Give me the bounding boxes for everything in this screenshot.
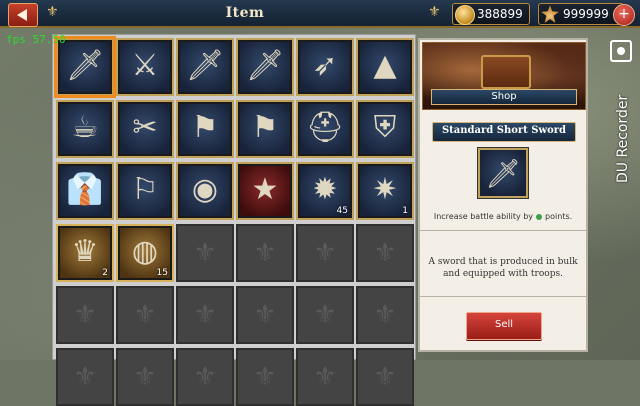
inventory-slot[interactable]: ✹ 45 (296, 162, 354, 220)
inventory-grid: 🗡 ⚔ 🗡 🗡 ➶ ▲ ☕ ✂ ⚑ ⚑ ⛑ ⛨ 👔 ⚐ ◉ ★ ✹ 45 ✷ 1 ♛ 2 ◍ 15 (54, 36, 414, 406)
cuirass-icon: ⛨ (373, 110, 397, 145)
inventory-slot[interactable]: 🗡 (54, 36, 116, 98)
sell-button[interactable]: Sell (466, 312, 542, 340)
inventory-slot[interactable]: ⚐ (116, 162, 174, 220)
sword-icon: 🗡 (485, 157, 521, 190)
ability-text: Increase battle ability by points. (424, 212, 582, 221)
inventory-slot[interactable]: ♛ 2 (56, 224, 114, 282)
empty-slot[interactable] (176, 286, 234, 344)
inventory-slot[interactable]: ★ (236, 162, 294, 220)
flag-icon: ⚐ (131, 172, 159, 207)
medal-icon (541, 5, 559, 23)
empty-slot[interactable] (356, 224, 414, 282)
sell-label: Sell (494, 319, 514, 330)
treasure-chest-icon (481, 55, 531, 89)
inventory-slot[interactable]: ✂ (116, 100, 174, 158)
ability-suffix: points. (545, 212, 573, 221)
inventory-slot[interactable]: ◉ (176, 162, 234, 220)
empty-slot[interactable] (56, 348, 114, 406)
empty-slot[interactable] (176, 348, 234, 406)
empty-slot[interactable] (56, 286, 114, 344)
spear-icon: ➶ (312, 48, 338, 83)
page-title: Item (225, 5, 265, 21)
fleur-icon: ⚜ (46, 4, 59, 20)
green-dot-icon (536, 213, 543, 220)
sword-icon: 🗡 (65, 48, 105, 83)
item-count: 1 (402, 206, 408, 216)
empty-slot[interactable] (236, 224, 294, 282)
item-count: 2 (102, 268, 108, 278)
empty-slot[interactable] (236, 286, 294, 344)
coin-icon: ♛ (71, 234, 99, 269)
empty-slot[interactable] (296, 348, 354, 406)
inventory-slot[interactable]: 🗡 (176, 38, 234, 96)
medal-icon: ✹ (312, 172, 338, 207)
inventory-slot[interactable]: ⛨ (356, 100, 414, 158)
empty-slot[interactable] (356, 286, 414, 344)
medal-currency: 999999 + (538, 3, 635, 26)
empty-slot[interactable] (356, 348, 414, 406)
inventory-slot[interactable]: ▲ (356, 38, 414, 96)
ability-prefix: Increase battle ability by (433, 212, 534, 221)
drum-icon: ◉ (191, 172, 219, 207)
shop-button[interactable]: Shop (431, 89, 577, 105)
mug-icon: ☕ (71, 110, 99, 145)
flag-icon: ⚑ (191, 110, 219, 145)
recorder-label: DU Recorder (615, 94, 631, 183)
item-preview: 🗡 (477, 147, 529, 199)
inventory-slot[interactable]: ⚑ (176, 100, 234, 158)
empty-slot[interactable] (296, 224, 354, 282)
empty-slot[interactable] (116, 348, 174, 406)
empty-slot[interactable] (176, 224, 234, 282)
saber-icon: 🗡 (185, 48, 225, 83)
inventory-slot[interactable]: ☕ (56, 100, 114, 158)
inventory-slot[interactable]: ➶ (296, 38, 354, 96)
fps-counter: fps 57.50 (6, 33, 66, 46)
inventory-slot[interactable]: ⛑ (296, 100, 354, 158)
inventory-slot[interactable]: ◍ 15 (116, 224, 174, 282)
coin-icon: ◍ (131, 234, 159, 269)
divider (420, 230, 586, 231)
divider (420, 296, 586, 297)
shop-label: Shop (491, 91, 517, 102)
empty-slot[interactable] (116, 286, 174, 344)
uniform-icon: 👔 (66, 172, 104, 207)
add-currency-button[interactable]: + (613, 4, 635, 26)
helmet-icon: ⛑ (305, 110, 345, 145)
inventory-slot[interactable]: 🗡 (236, 38, 294, 96)
gold-amount: 388899 (477, 7, 523, 21)
coin-icon (455, 5, 475, 25)
pipes-icon: ✂ (132, 110, 158, 145)
item-detail-panel: Shop Standard Short Sword 🗡 Increase bat… (418, 38, 588, 352)
item-description: A sword that is produced in bulk and equ… (428, 257, 578, 279)
recorder-overlay[interactable]: DU Recorder (606, 34, 640, 184)
empty-slot[interactable] (236, 348, 294, 406)
item-count: 15 (156, 268, 168, 278)
top-bar: ⚜ Item ⚜ 388899 999999 + (0, 0, 640, 28)
star-medal-icon: ★ (251, 172, 279, 207)
item-count: 45 (336, 206, 348, 216)
saber-icon: ⚔ (131, 48, 159, 83)
back-button[interactable] (8, 3, 38, 27)
empty-slot[interactable] (296, 286, 354, 344)
inventory-slot[interactable]: 👔 (56, 162, 114, 220)
fleur-icon: ⚜ (428, 4, 441, 20)
saber-icon: 🗡 (245, 48, 285, 83)
inventory-slot[interactable]: ⚑ (236, 100, 294, 158)
medal-icon: ✷ (372, 172, 398, 207)
cap-icon: ▲ (373, 48, 397, 83)
item-name: Standard Short Sword (441, 125, 567, 136)
inventory-panel: 🗡 ⚔ 🗡 🗡 ➶ ▲ ☕ ✂ ⚑ ⚑ ⛑ ⛨ 👔 ⚐ ◉ ★ ✹ 45 ✷ 1 ♛ 2 ◍ 15 (52, 34, 416, 406)
flag-icon: ⚑ (251, 110, 279, 145)
gold-currency: 388899 (452, 3, 530, 25)
medal-amount: 999999 (563, 7, 609, 21)
shop-banner[interactable]: Shop (422, 42, 586, 110)
inventory-slot[interactable]: ✷ 1 (356, 162, 414, 220)
inventory-slot[interactable]: ⚔ (116, 38, 174, 96)
item-name-banner: Standard Short Sword (432, 122, 576, 142)
